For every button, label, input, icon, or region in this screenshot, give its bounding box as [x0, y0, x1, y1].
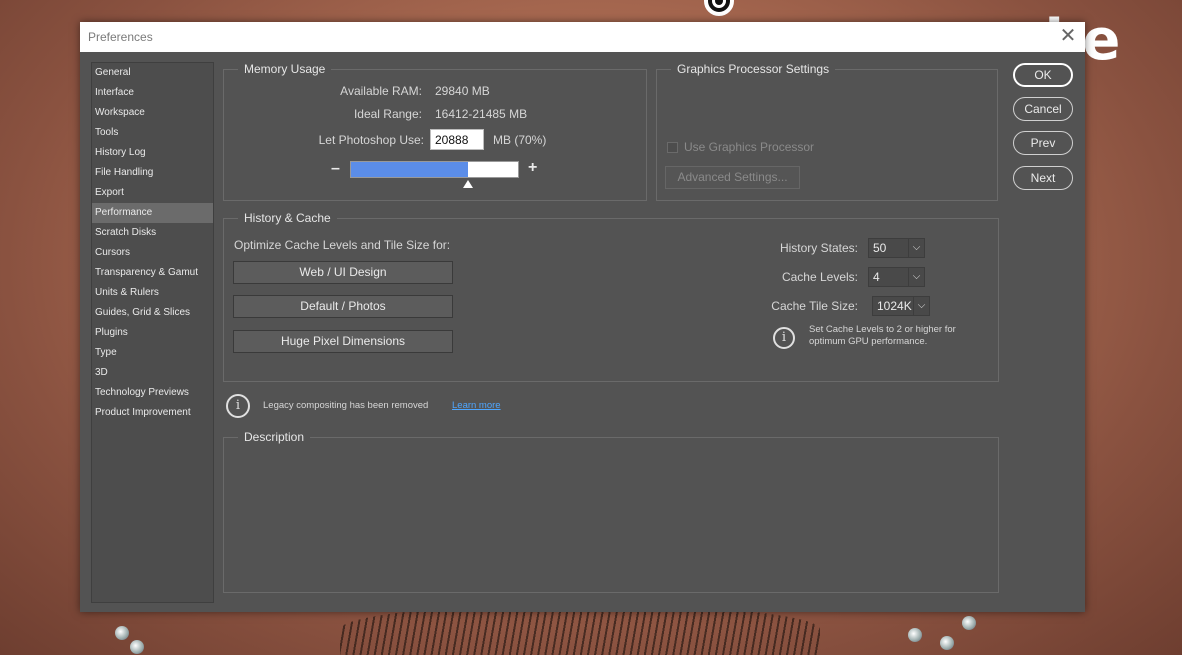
ideal-range-label: Ideal Range: [353, 107, 422, 121]
sidebar-item-scratch-disks[interactable]: Scratch Disks [92, 223, 213, 243]
available-ram-label: Available RAM: [340, 84, 422, 98]
history-states-label: History States: [779, 241, 858, 255]
chevron-down-icon: ⌵ [913, 297, 929, 315]
gpu-note-line2: optimum GPU performance. [809, 336, 928, 347]
title-bar: Preferences ✕ [80, 22, 1085, 52]
sidebar-item-performance[interactable]: Performance [92, 203, 213, 223]
background-gem [908, 628, 922, 642]
close-icon[interactable]: ✕ [1057, 26, 1079, 48]
background-gem [130, 640, 144, 654]
learn-more-link[interactable]: Learn more [452, 400, 501, 411]
prev-button[interactable]: Prev [1013, 131, 1073, 155]
dialog-title: Preferences [88, 30, 153, 44]
description-title: Description [238, 430, 311, 444]
cache-levels-label: Cache Levels: [781, 270, 858, 284]
sidebar-item-guides-grid-slices[interactable]: Guides, Grid & Slices [92, 303, 213, 323]
sidebar-item-general[interactable]: General [92, 63, 213, 83]
memory-slider-handle[interactable] [463, 180, 474, 188]
cache-levels-value: 4 [873, 270, 880, 284]
background-gem [115, 626, 129, 640]
sidebar-item-interface[interactable]: Interface [92, 83, 213, 103]
sidebar-item-transparency-gamut[interactable]: Transparency & Gamut [92, 263, 213, 283]
advanced-settings-button[interactable]: Advanced Settings... [665, 166, 800, 189]
gpu-note-line1: Set Cache Levels to 2 or higher for [809, 324, 956, 335]
gpu-settings-title: Graphics Processor Settings [671, 62, 836, 76]
decrease-memory-button[interactable]: – [331, 160, 340, 178]
sidebar: General Interface Workspace Tools History Lo… [91, 62, 214, 603]
sidebar-item-units-rulers[interactable]: Units & Rulers [92, 283, 213, 303]
sidebar-item-file-handling[interactable]: File Handling [92, 163, 213, 183]
cache-levels-dropdown[interactable]: 4 ⌵ [868, 267, 925, 287]
sidebar-item-tools[interactable]: Tools [92, 123, 213, 143]
preferences-dialog: Preferences ✕ General Interface Workspace T… [80, 22, 1085, 612]
memory-slider[interactable] [350, 161, 519, 178]
cache-tile-size-label: Cache Tile Size: [771, 299, 858, 313]
sidebar-item-history-log[interactable]: History Log [92, 143, 213, 163]
sidebar-item-cursors[interactable]: Cursors [92, 243, 213, 263]
legacy-compositing-message: Legacy compositing has been removed [263, 400, 429, 411]
sidebar-item-type[interactable]: Type [92, 343, 213, 363]
default-photos-button[interactable]: Default / Photos [233, 295, 453, 318]
photoshop-use-label: Let Photoshop Use: [318, 133, 424, 147]
huge-pixel-dimensions-button[interactable]: Huge Pixel Dimensions [233, 330, 453, 353]
info-icon: i [226, 394, 250, 418]
ok-button[interactable]: OK [1013, 63, 1073, 87]
use-gpu-label: Use Graphics Processor [684, 140, 815, 154]
increase-memory-button[interactable]: + [528, 159, 537, 177]
info-icon: i [773, 327, 795, 349]
cache-tile-size-value: 1024K [877, 299, 912, 313]
background-gem [940, 636, 954, 650]
history-cache-title: History & Cache [238, 211, 337, 225]
sidebar-item-3d[interactable]: 3D [92, 363, 213, 383]
available-ram-value: 29840 MB [435, 84, 490, 98]
cancel-button[interactable]: Cancel [1013, 97, 1073, 121]
chevron-down-icon: ⌵ [908, 239, 924, 257]
cache-tile-size-dropdown[interactable]: 1024K ⌵ [872, 296, 930, 316]
memory-usage-title: Memory Usage [238, 62, 332, 76]
sidebar-item-plugins[interactable]: Plugins [92, 323, 213, 343]
ideal-range-value: 16412-21485 MB [435, 107, 528, 121]
web-ui-design-button[interactable]: Web / UI Design [233, 261, 453, 284]
sidebar-item-technology-previews[interactable]: Technology Previews [92, 383, 213, 403]
history-states-value: 50 [873, 241, 887, 255]
next-button[interactable]: Next [1013, 166, 1073, 190]
memory-slider-fill [351, 162, 468, 177]
photoshop-use-input[interactable] [430, 129, 484, 150]
background-gem [962, 616, 976, 630]
optimize-label: Optimize Cache Levels and Tile Size for: [234, 238, 451, 252]
history-states-dropdown[interactable]: 50 ⌵ [868, 238, 925, 258]
use-gpu-checkbox[interactable] [667, 142, 678, 153]
sidebar-item-export[interactable]: Export [92, 183, 213, 203]
description-group: Description [223, 430, 999, 593]
chevron-down-icon: ⌵ [908, 268, 924, 286]
photoshop-use-unit: MB (70%) [493, 133, 547, 147]
sidebar-item-product-improvement[interactable]: Product Improvement [92, 403, 213, 423]
sidebar-item-workspace[interactable]: Workspace [92, 103, 213, 123]
